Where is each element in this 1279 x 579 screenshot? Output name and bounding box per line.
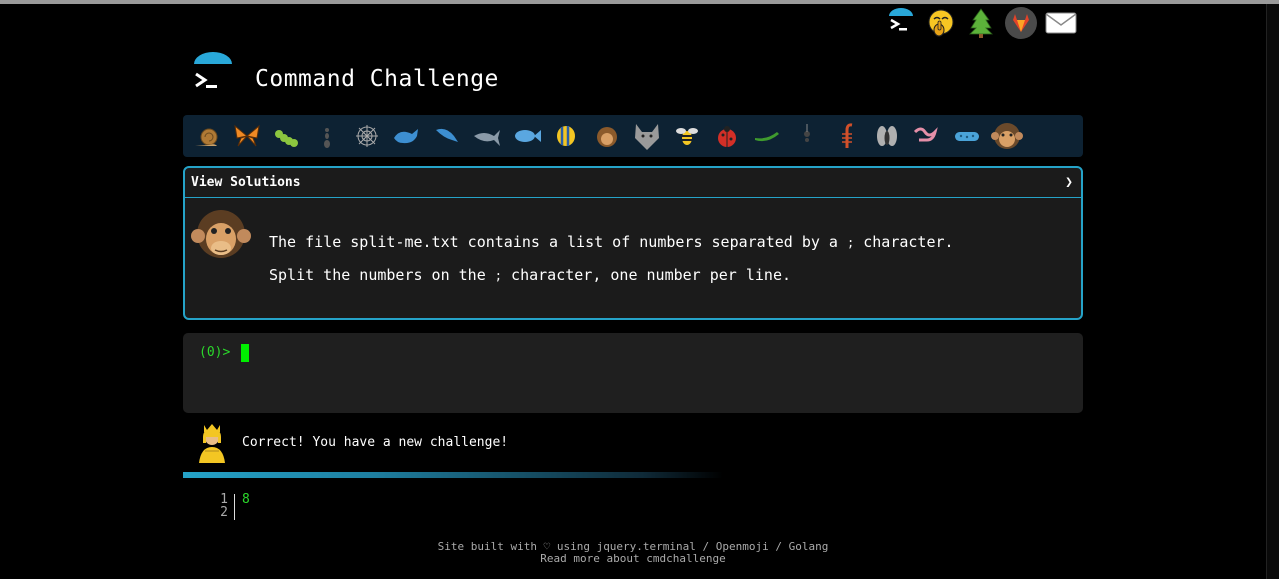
- brand-logo-icon[interactable]: [190, 52, 236, 98]
- line-number: 2: [220, 505, 228, 520]
- terminal-icon[interactable]: [884, 6, 918, 40]
- gitlab-icon[interactable]: [1004, 6, 1038, 40]
- hedgehog-icon[interactable]: [587, 116, 627, 156]
- feedback-message: Correct! You have a new challenge!: [195, 421, 508, 463]
- butterfly-icon[interactable]: [227, 116, 267, 156]
- view-solutions-label: View Solutions: [191, 175, 301, 190]
- tropical-fish-icon[interactable]: [547, 116, 587, 156]
- snail-icon[interactable]: [187, 116, 227, 156]
- fish-icon[interactable]: [507, 116, 547, 156]
- fly-icon[interactable]: [867, 116, 907, 156]
- terminal-cursor: [241, 344, 249, 362]
- princess-icon: [199, 424, 225, 463]
- view-solutions-toggle[interactable]: View Solutions ❯: [185, 168, 1081, 198]
- microbe-icon[interactable]: [947, 116, 987, 156]
- scrollbar[interactable]: [1266, 4, 1279, 579]
- output-value: 8: [242, 492, 250, 507]
- spider-icon[interactable]: [787, 116, 827, 156]
- envelope-icon[interactable]: [1044, 6, 1078, 40]
- ant-icon[interactable]: [307, 116, 347, 156]
- challenge-panel: View Solutions ❯ The file split-me.txt c…: [183, 166, 1083, 320]
- output-gutter-divider: [234, 494, 235, 520]
- challenge-text-line-1: The file split-me.txt contains a list of…: [269, 233, 954, 251]
- challenge-animal-bar: [183, 115, 1083, 157]
- progress-bar: [183, 472, 723, 478]
- command-output: 1 2 8: [210, 493, 250, 520]
- chevron-right-icon: ❯: [1065, 175, 1073, 190]
- spider-web-icon[interactable]: [347, 116, 387, 156]
- footer-read-more-link[interactable]: Read more about cmdchallenge: [0, 552, 1266, 565]
- page-title: Command Challenge: [255, 66, 499, 92]
- terminal-input-area[interactable]: (0)>: [183, 333, 1083, 413]
- wolf-icon[interactable]: [627, 116, 667, 156]
- chimpanzee-avatar-icon: [191, 206, 251, 262]
- shark-icon[interactable]: [467, 116, 507, 156]
- shushing-face-icon[interactable]: [924, 6, 958, 40]
- terminal-prompt: (0)>: [199, 345, 231, 360]
- dolphin-icon[interactable]: [427, 116, 467, 156]
- chimpanzee-icon[interactable]: [987, 116, 1027, 156]
- cucumber-icon[interactable]: [747, 116, 787, 156]
- challenge-description: The file split-me.txt contains a list of…: [185, 198, 1081, 319]
- whale-icon[interactable]: [387, 116, 427, 156]
- scorpion-icon[interactable]: [827, 116, 867, 156]
- bee-icon[interactable]: [667, 116, 707, 156]
- browser-top-edge: [0, 0, 1279, 4]
- tree-icon[interactable]: [964, 6, 998, 40]
- worm-icon[interactable]: [907, 116, 947, 156]
- ladybug-icon[interactable]: [707, 116, 747, 156]
- caterpillar-icon[interactable]: [267, 116, 307, 156]
- challenge-text-line-2: Split the numbers on the ; character, on…: [269, 266, 791, 284]
- feedback-text: Correct! You have a new challenge!: [242, 434, 509, 450]
- top-nav-icons: [884, 6, 1078, 40]
